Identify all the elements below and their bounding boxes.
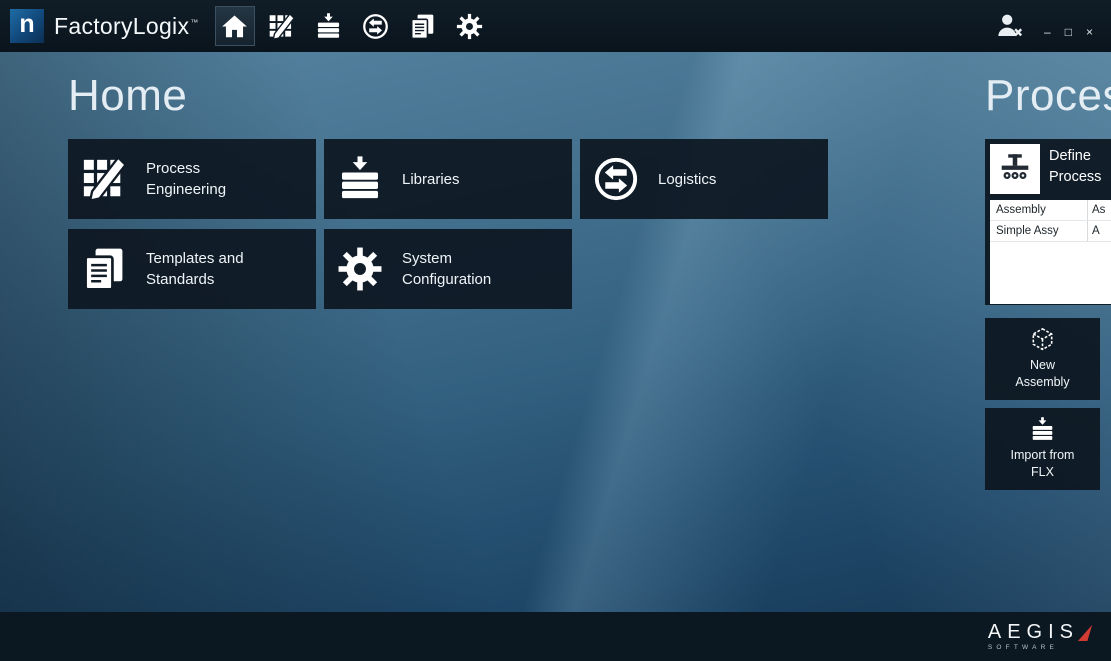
tile-libraries[interactable]: Libraries bbox=[324, 139, 572, 219]
logo-letter: n bbox=[19, 12, 34, 37]
nav-settings[interactable] bbox=[450, 6, 490, 46]
import-from-flx-label: Import from FLX bbox=[1011, 447, 1075, 481]
circle-arrows-icon bbox=[593, 156, 639, 202]
assembly-detail: As bbox=[1087, 200, 1111, 220]
assembly-name: Simple Assy bbox=[990, 221, 1087, 241]
home-screen: Home Process Engineering Libraries Logis… bbox=[0, 52, 1111, 612]
circle-arrows-icon bbox=[362, 13, 389, 40]
stack-icon bbox=[315, 13, 342, 40]
pages-icon bbox=[409, 13, 436, 40]
list-item-assembly[interactable]: Assembly As bbox=[990, 200, 1111, 221]
tile-label: Templates and Standards bbox=[146, 248, 266, 290]
aegis-brand-text: AEGIS bbox=[988, 622, 1079, 642]
grid-pencil-icon bbox=[268, 13, 295, 40]
new-assembly-button[interactable]: New Assembly bbox=[985, 318, 1100, 400]
define-process-iconbox bbox=[990, 144, 1040, 194]
tile-label: Libraries bbox=[402, 169, 460, 190]
app-name: FactoryLogix™ bbox=[54, 13, 199, 40]
tile-label: System Configuration bbox=[402, 248, 522, 290]
footer-bar: AEGIS SOFTWARE bbox=[0, 612, 1111, 661]
app-logo: n bbox=[10, 9, 44, 43]
aegis-tagline: SOFTWARE bbox=[988, 644, 1058, 651]
trademark-mark: ™ bbox=[190, 18, 198, 27]
list-item-simple-assy[interactable]: Simple Assy A bbox=[990, 221, 1111, 242]
define-process-tile[interactable]: Define Process Assembly As Simple Assy A bbox=[985, 139, 1111, 305]
nav-home[interactable] bbox=[215, 6, 255, 46]
aegis-logo: AEGIS SOFTWARE bbox=[988, 622, 1095, 651]
nav-process-engineering[interactable] bbox=[262, 6, 302, 46]
assembly-list: Assembly As Simple Assy A bbox=[990, 200, 1111, 304]
tile-label: Logistics bbox=[658, 169, 716, 190]
home-tiles: Process Engineering Libraries Logistics … bbox=[68, 139, 828, 309]
nav-templates[interactable] bbox=[403, 6, 443, 46]
page-title-process: Process bbox=[985, 74, 1111, 118]
gear-icon bbox=[456, 13, 483, 40]
home-icon bbox=[221, 13, 248, 40]
process-flow-icon bbox=[998, 152, 1032, 186]
tile-system-configuration[interactable]: System Configuration bbox=[324, 229, 572, 309]
pages-icon bbox=[81, 246, 127, 292]
main-nav bbox=[215, 6, 490, 46]
user-status-button[interactable] bbox=[996, 12, 1024, 40]
tile-process-engineering[interactable]: Process Engineering bbox=[68, 139, 316, 219]
tile-templates-standards[interactable]: Templates and Standards bbox=[68, 229, 316, 309]
nav-logistics[interactable] bbox=[356, 6, 396, 46]
titlebar: n FactoryLogix™ bbox=[0, 0, 1111, 52]
window-controls: – □ × bbox=[1044, 26, 1093, 38]
dashed-cube-icon bbox=[1030, 327, 1055, 352]
aegis-wordmark: AEGIS bbox=[988, 622, 1095, 642]
titlebar-right: – □ × bbox=[996, 12, 1101, 40]
define-process-label: Define Process bbox=[1049, 146, 1111, 196]
nav-libraries[interactable] bbox=[309, 6, 349, 46]
user-disconnected-icon bbox=[996, 12, 1024, 40]
assembly-name: Assembly bbox=[990, 200, 1087, 220]
tile-logistics[interactable]: Logistics bbox=[580, 139, 828, 219]
aegis-arrow-icon bbox=[1076, 623, 1095, 642]
gear-icon bbox=[337, 246, 383, 292]
stack-icon bbox=[337, 156, 383, 202]
app-window: n FactoryLogix™ bbox=[0, 0, 1111, 661]
import-from-flx-button[interactable]: Import from FLX bbox=[985, 408, 1100, 490]
new-assembly-label: New Assembly bbox=[1011, 357, 1075, 391]
close-button[interactable]: × bbox=[1086, 26, 1093, 38]
tile-label: Process Engineering bbox=[146, 158, 266, 200]
maximize-button[interactable]: □ bbox=[1065, 26, 1072, 38]
app-name-text: FactoryLogix bbox=[54, 13, 189, 39]
assembly-detail: A bbox=[1087, 221, 1111, 241]
page-title-home: Home bbox=[68, 74, 187, 118]
minimize-button[interactable]: – bbox=[1044, 26, 1051, 38]
grid-pencil-icon bbox=[81, 156, 127, 202]
define-process-header: Define Process bbox=[990, 144, 1111, 196]
stack-icon bbox=[1030, 417, 1055, 442]
